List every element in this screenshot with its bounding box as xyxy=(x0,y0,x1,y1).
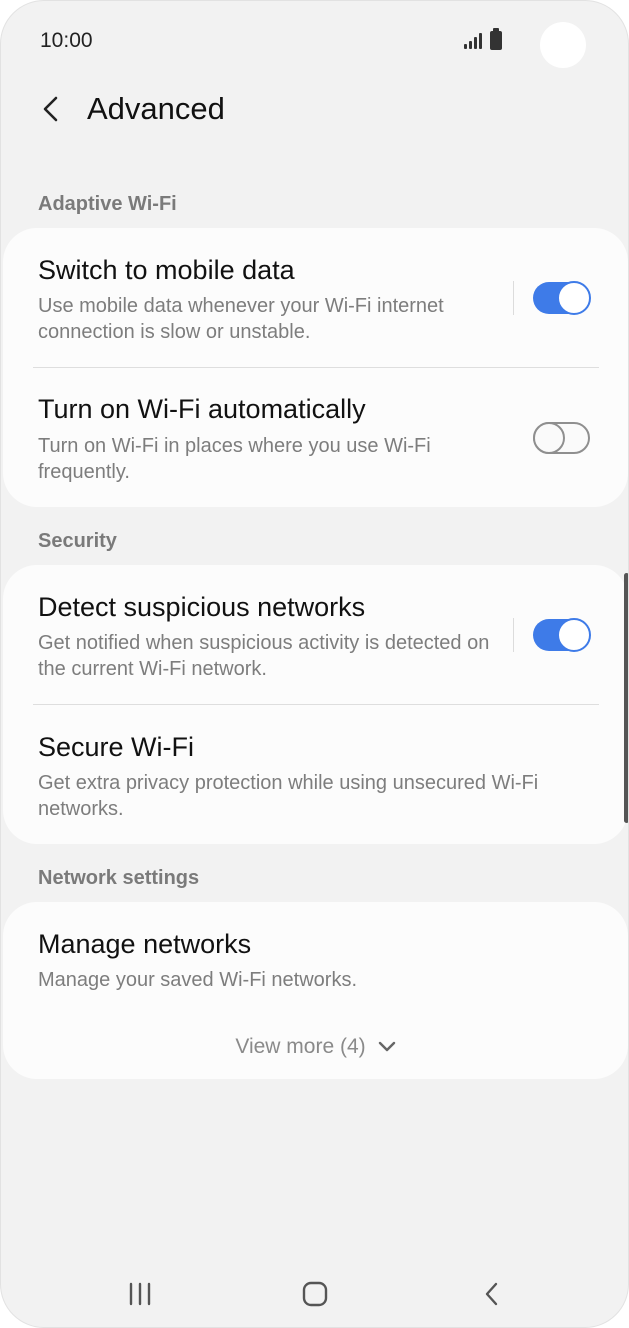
network-settings-card: Manage networks Manage your saved Wi-Fi … xyxy=(3,902,628,1079)
security-card: Detect suspicious networks Get notified … xyxy=(3,565,628,844)
section-header-network-settings: Network settings xyxy=(38,867,200,889)
turn-on-wifi-automatically-row[interactable]: Turn on Wi-Fi automatically Turn on Wi-F… xyxy=(3,368,628,507)
switch-to-mobile-data-title: Switch to mobile data xyxy=(38,255,295,285)
detect-suspicious-networks-row[interactable]: Detect suspicious networks Get notified … xyxy=(3,565,628,705)
secure-wifi-subtitle: Get extra privacy protection while using… xyxy=(38,772,539,820)
home-button[interactable] xyxy=(285,1273,345,1315)
secure-wifi-title: Secure Wi-Fi xyxy=(38,732,195,762)
divider xyxy=(513,281,514,315)
home-icon xyxy=(302,1281,328,1307)
secure-wifi-row[interactable]: Secure Wi-Fi Get extra privacy protectio… xyxy=(3,705,628,844)
detect-suspicious-networks-title: Detect suspicious networks xyxy=(38,592,366,622)
turn-on-wifi-automatically-subtitle: Turn on Wi-Fi in places where you use Wi… xyxy=(38,435,431,483)
back-icon xyxy=(485,1282,498,1306)
switch-to-mobile-data-toggle[interactable] xyxy=(533,281,591,315)
turn-on-wifi-automatically-title: Turn on Wi-Fi automatically xyxy=(38,394,366,424)
switch-to-mobile-data-row[interactable]: Switch to mobile data Use mobile data wh… xyxy=(3,228,628,368)
battery-icon xyxy=(490,28,502,50)
section-header-security: Security xyxy=(38,530,117,552)
nav-back-button[interactable] xyxy=(462,1273,522,1315)
chevron-down-icon xyxy=(378,1042,395,1052)
camera-cutout xyxy=(540,22,586,68)
back-button[interactable] xyxy=(31,89,71,129)
view-more-button[interactable]: View more (4) xyxy=(3,1035,628,1059)
phone-screen: 10:00 Advanced Adaptive Wi-Fi Switch to … xyxy=(0,0,629,1328)
signal-icon xyxy=(464,33,484,49)
view-more-label: View more (4) xyxy=(235,1035,366,1058)
divider xyxy=(513,618,514,652)
detect-suspicious-networks-toggle[interactable] xyxy=(533,618,591,652)
recents-button[interactable] xyxy=(110,1273,170,1315)
scrollbar[interactable] xyxy=(624,573,628,823)
manage-networks-subtitle: Manage your saved Wi-Fi networks. xyxy=(38,969,358,991)
status-time: 10:00 xyxy=(40,29,93,52)
chevron-left-icon xyxy=(43,96,58,122)
adaptive-wifi-card: Switch to mobile data Use mobile data wh… xyxy=(3,228,628,507)
turn-on-wifi-automatically-toggle[interactable] xyxy=(533,422,590,454)
recents-icon xyxy=(129,1282,151,1306)
section-header-adaptive-wifi: Adaptive Wi-Fi xyxy=(38,193,177,215)
manage-networks-title: Manage networks xyxy=(38,929,252,959)
manage-networks-row[interactable]: Manage networks Manage your saved Wi-Fi … xyxy=(3,902,628,1012)
switch-to-mobile-data-subtitle: Use mobile data whenever your Wi-Fi inte… xyxy=(38,295,444,343)
detect-suspicious-networks-subtitle: Get notified when suspicious activity is… xyxy=(38,632,490,680)
page-title: Advanced xyxy=(87,91,225,126)
